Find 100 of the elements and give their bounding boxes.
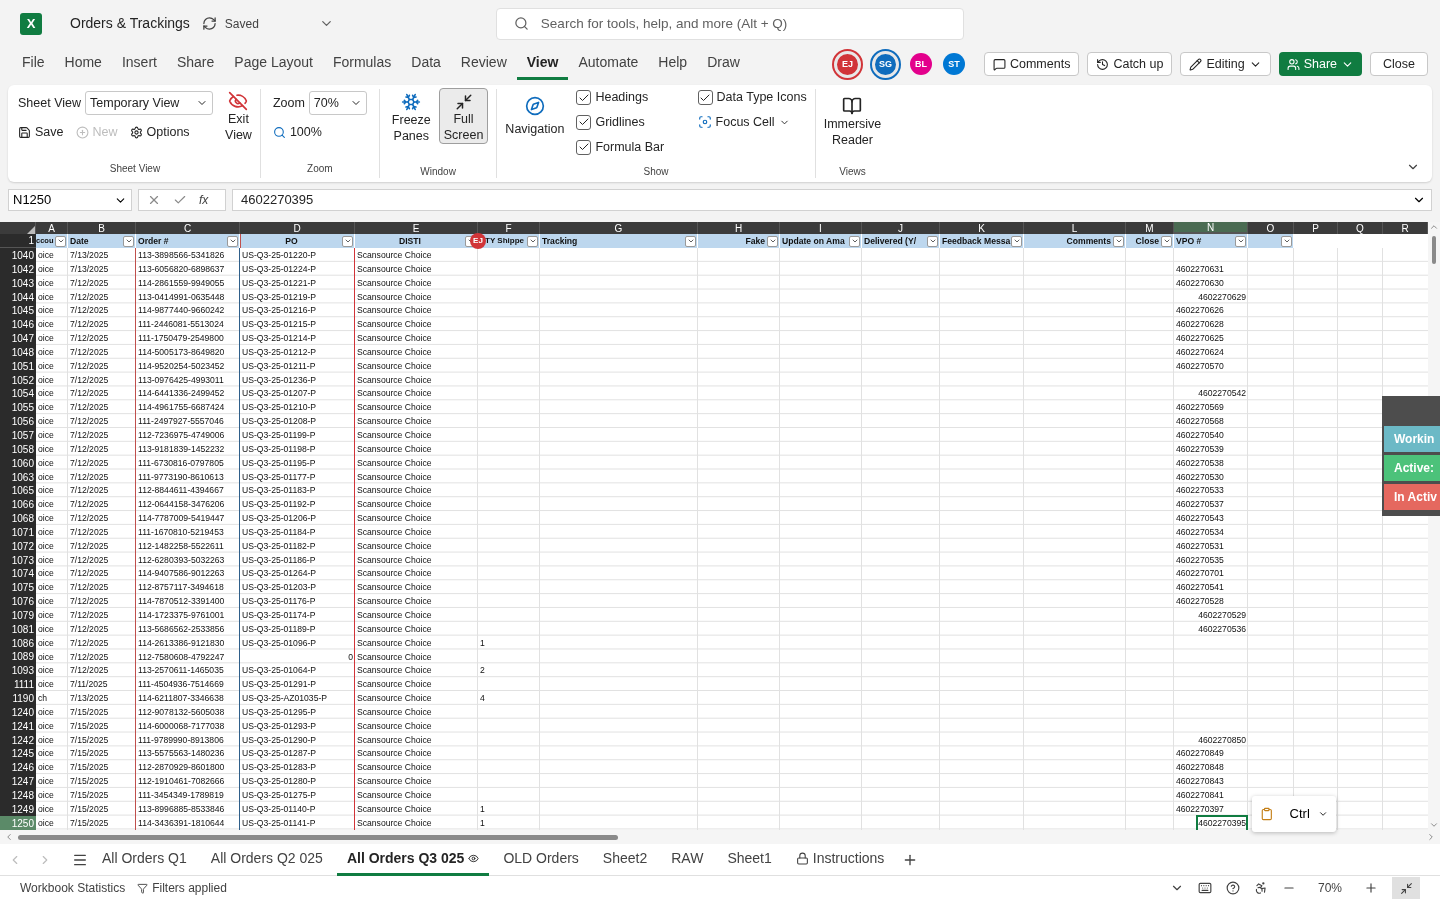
- close-button[interactable]: Close: [1370, 52, 1428, 77]
- zoom-level[interactable]: 70%: [1310, 879, 1350, 897]
- column-letter[interactable]: Q: [1338, 222, 1383, 234]
- row-number[interactable]: 1: [0, 234, 36, 248]
- table-cell: US-Q3-25-01212-P: [242, 345, 317, 359]
- chevron-icon: [1282, 237, 1291, 245]
- filter-dropdown[interactable]: [767, 235, 778, 247]
- table-cell: 7/12/2025: [70, 318, 109, 332]
- save-button[interactable]: Save: [18, 123, 64, 142]
- table-cell: Scansource Choice: [357, 581, 432, 595]
- sheet-tab[interactable]: OLD Orders: [493, 843, 589, 876]
- filter-dropdown[interactable]: [123, 235, 134, 247]
- table-cell: 114-3436391-1810644: [138, 816, 225, 830]
- options-button[interactable]: Options: [129, 123, 190, 142]
- paste-options-button[interactable]: Ctrl: [1252, 796, 1336, 832]
- avatar[interactable]: SG: [871, 50, 899, 78]
- show-checkbox[interactable]: Headings: [576, 88, 686, 107]
- collapse-icon: [1399, 881, 1413, 895]
- avatar[interactable]: BL: [909, 53, 932, 76]
- exit-view-button[interactable]: Exit View: [225, 91, 252, 144]
- table-cell: oice: [38, 276, 54, 290]
- table-cell: 111-4504936-7514669: [138, 678, 224, 692]
- menu-tab[interactable]: File: [12, 48, 55, 81]
- workbook-statistics[interactable]: Workbook Statistics: [20, 879, 126, 897]
- keyboard-icon[interactable]: [1198, 881, 1212, 895]
- table-cell: 7/12/2025: [70, 553, 109, 567]
- table-cell: 7/12/2025: [70, 345, 109, 359]
- immersive-reader-button[interactable]: Immersive Reader: [823, 88, 882, 149]
- menu-tab[interactable]: Review: [450, 48, 517, 81]
- file-name[interactable]: Orders & Trackings: [70, 13, 190, 35]
- app-logo[interactable]: X: [20, 12, 42, 35]
- group-label: Window: [420, 165, 456, 180]
- table-cell: ch: [38, 692, 48, 705]
- column-letter[interactable]: N: [1174, 222, 1248, 234]
- menu-tab[interactable]: Share: [166, 48, 225, 81]
- zoom-in-icon[interactable]: [1364, 881, 1378, 895]
- navigation-button[interactable]: Navigation: [505, 88, 565, 157]
- table-cell: US-Q3-25-01220-P: [242, 249, 317, 262]
- table-cell: 112-6280393-5032263: [138, 553, 225, 567]
- name-box[interactable]: N1250: [8, 189, 132, 212]
- column-header: Update on Ama: [781, 234, 846, 248]
- accessibility-icon[interactable]: [1254, 881, 1268, 895]
- filter-dropdown[interactable]: [1235, 235, 1246, 247]
- menu-tab[interactable]: Formulas: [322, 48, 402, 81]
- function-button[interactable]: fx: [199, 191, 209, 210]
- full-screen-button[interactable]: Full Screen: [438, 88, 489, 145]
- scrollbar-thumb[interactable]: [1432, 236, 1436, 264]
- editing-button[interactable]: Editing: [1180, 52, 1271, 77]
- menu-tab[interactable]: Draw: [697, 48, 750, 81]
- sheet-tab[interactable]: All Orders Q3 025: [336, 843, 490, 876]
- column-letter[interactable]: P: [1294, 222, 1338, 234]
- menu-tab[interactable]: Automate: [568, 48, 649, 81]
- sheet-tab[interactable]: Sheet2: [592, 843, 658, 876]
- formula-field[interactable]: 4602270395: [232, 189, 1432, 212]
- sheet-tab[interactable]: All Orders Q2 025: [200, 843, 333, 876]
- scrollbar-thumb[interactable]: [18, 834, 618, 840]
- show-checkbox[interactable]: Data Type Icons: [697, 88, 807, 107]
- menu-tab[interactable]: Help: [648, 48, 698, 81]
- filter-dropdown[interactable]: [1113, 235, 1124, 247]
- show-checkbox[interactable]: Formula Bar: [576, 137, 686, 157]
- zoom-100-button[interactable]: 100%: [272, 123, 367, 142]
- filter-dropdown[interactable]: [685, 235, 696, 247]
- filter-dropdown[interactable]: [527, 235, 538, 247]
- sheet-view-label: Sheet View: [18, 94, 81, 112]
- filter-dropdown[interactable]: [1281, 235, 1292, 247]
- sheet-tab[interactable]: RAW: [661, 843, 714, 876]
- sheet-tab[interactable]: Sheet1: [717, 843, 782, 876]
- fit-view-button[interactable]: [1392, 877, 1420, 899]
- table-cell: oice: [38, 636, 54, 650]
- filter-dropdown[interactable]: [227, 235, 238, 247]
- filter-dropdown[interactable]: [55, 235, 66, 247]
- focus-cell-button[interactable]: Focus Cell: [697, 112, 807, 132]
- avatar[interactable]: ST: [942, 53, 965, 76]
- table-cell: US-Q3-25-01203-P: [242, 581, 317, 595]
- filter-dropdown[interactable]: [1161, 235, 1172, 247]
- filter-dropdown[interactable]: [927, 235, 938, 247]
- search-field[interactable]: Search for tools, help, and more (Alt + Q): [495, 7, 964, 40]
- comments-button[interactable]: Comments: [983, 52, 1080, 77]
- table-cell: oice: [38, 525, 54, 539]
- share-button[interactable]: Share: [1278, 52, 1363, 77]
- table-cell: 4: [480, 692, 485, 705]
- sheet-view-select[interactable]: Temporary View: [85, 91, 213, 116]
- help-icon[interactable]: [1226, 881, 1240, 895]
- table-cell: US-Q3-25-01291-P: [242, 678, 317, 692]
- filter-dropdown[interactable]: [1011, 235, 1022, 247]
- catch-up-button[interactable]: Catch up: [1087, 52, 1173, 77]
- filter-dropdown[interactable]: [342, 235, 353, 247]
- menu-tab[interactable]: Data: [401, 48, 451, 81]
- zoom-select[interactable]: 70%: [308, 91, 367, 116]
- sheet-tab[interactable]: All Orders Q1: [92, 843, 197, 876]
- filter-dropdown[interactable]: [849, 235, 860, 247]
- avatar[interactable]: EJ: [833, 50, 861, 78]
- menu-tab[interactable]: Home: [54, 48, 112, 81]
- sheet-tab[interactable]: Instructions: [785, 843, 895, 876]
- freeze-panes-button[interactable]: Freeze Panes: [387, 88, 435, 145]
- menu-tab[interactable]: View: [516, 48, 569, 81]
- menu-tab[interactable]: Insert: [111, 48, 167, 81]
- menu-tab[interactable]: Page Layout: [224, 48, 323, 81]
- show-checkbox[interactable]: Gridlines: [576, 112, 686, 132]
- column-header: Close: [1134, 234, 1160, 248]
